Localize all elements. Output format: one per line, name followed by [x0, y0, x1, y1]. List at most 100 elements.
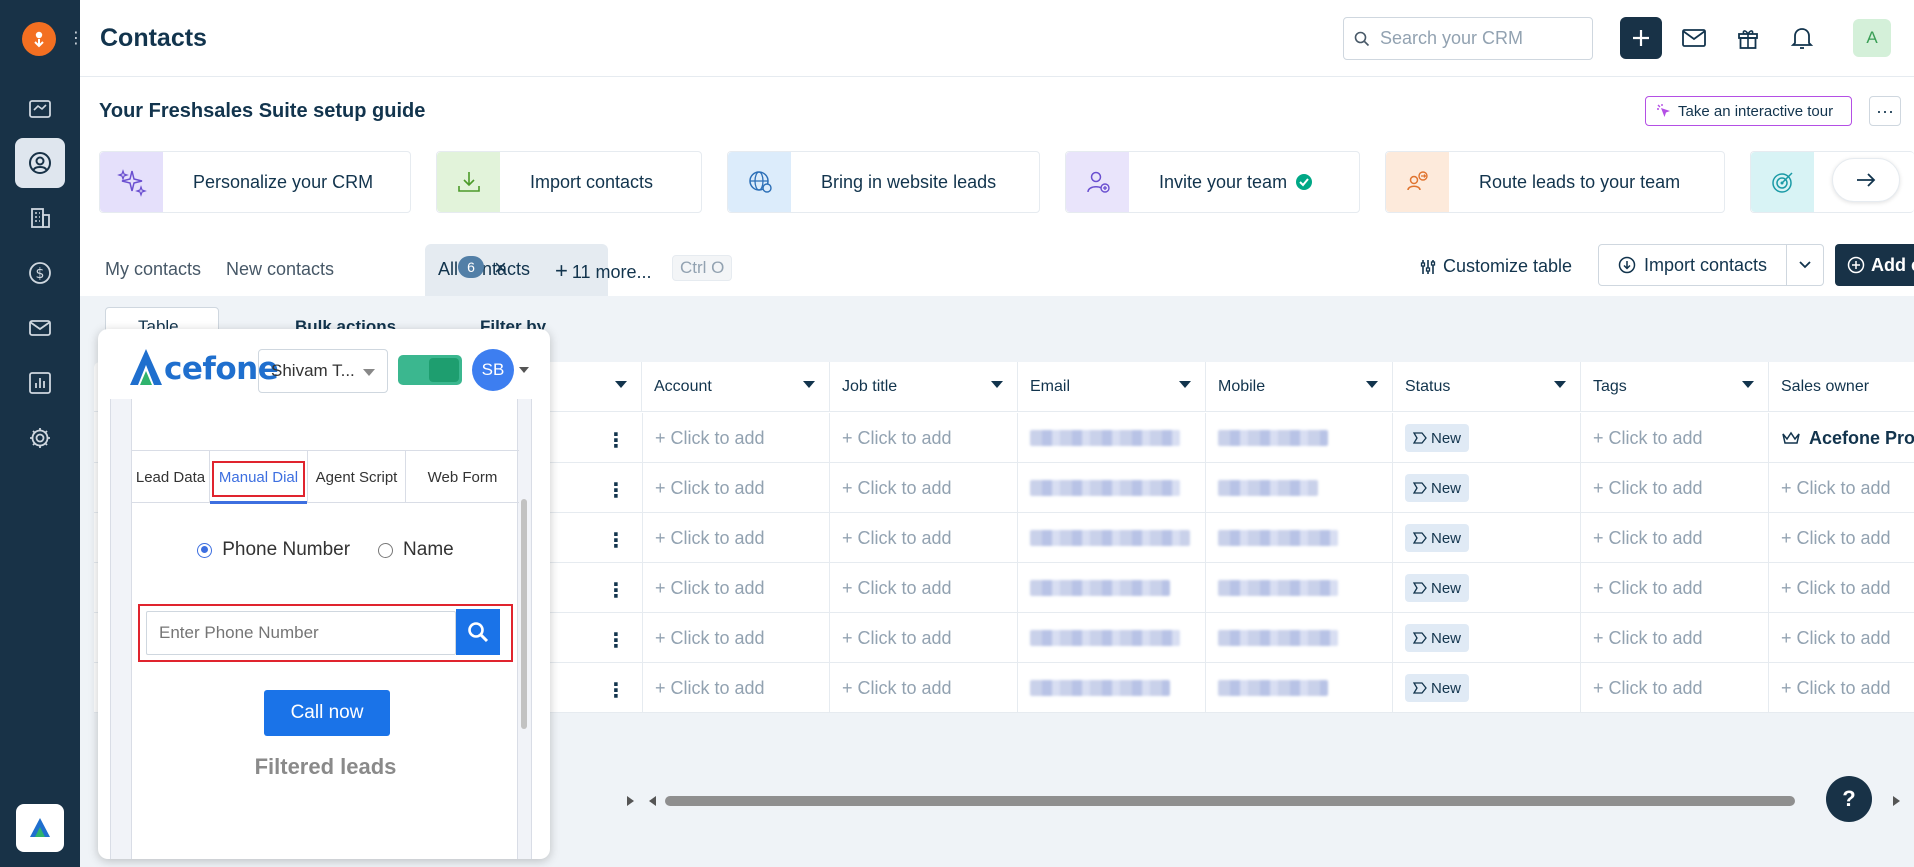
search-input[interactable]: Search your CRM: [1343, 17, 1593, 60]
column-header-status[interactable]: Status: [1393, 362, 1581, 412]
phone-search-button[interactable]: [456, 609, 500, 655]
email-cell[interactable]: [1018, 663, 1206, 713]
account-cell[interactable]: + Click to add: [642, 463, 830, 513]
column-header-tags[interactable]: Tags: [1581, 362, 1769, 412]
gift-button[interactable]: [1732, 22, 1764, 54]
status-cell[interactable]: New: [1393, 463, 1581, 513]
email-cell[interactable]: [1018, 563, 1206, 613]
tab-agent-script[interactable]: Agent Script: [308, 451, 406, 503]
interactive-tour-button[interactable]: Take an interactive tour: [1645, 96, 1852, 126]
sidebar-item-settings[interactable]: [15, 413, 65, 463]
tab-lead-data[interactable]: Lead Data: [132, 451, 210, 503]
tags-cell[interactable]: + Click to add: [1581, 663, 1769, 713]
owner-cell[interactable]: + Click to add: [1769, 513, 1914, 563]
job-title-cell[interactable]: + Click to add: [830, 463, 1018, 513]
radio-name[interactable]: Name: [378, 539, 454, 561]
sidebar-item-contacts[interactable]: [15, 138, 65, 188]
widget-scrollbar[interactable]: [521, 499, 527, 729]
owner-cell[interactable]: + Click to add: [1769, 563, 1914, 613]
job-title-cell[interactable]: + Click to add: [830, 613, 1018, 663]
account-cell[interactable]: + Click to add: [642, 413, 830, 463]
close-tab-icon[interactable]: ×: [494, 255, 507, 281]
job-title-cell[interactable]: + Click to add: [830, 663, 1018, 713]
horizontal-scrollbar[interactable]: [625, 794, 1914, 808]
mobile-cell[interactable]: [1206, 463, 1393, 513]
job-title-cell[interactable]: + Click to add: [830, 513, 1018, 563]
sidebar-item-deals[interactable]: $: [15, 248, 65, 298]
tags-cell[interactable]: + Click to add: [1581, 413, 1769, 463]
row-menu-icon[interactable]: ⋮: [606, 628, 626, 653]
tab-my-contacts[interactable]: My contacts: [105, 259, 201, 280]
tags-cell[interactable]: + Click to add: [1581, 563, 1769, 613]
mobile-cell[interactable]: [1206, 563, 1393, 613]
status-cell[interactable]: New: [1393, 663, 1581, 713]
setup-card-import[interactable]: Import contacts: [436, 151, 702, 213]
owner-cell[interactable]: + Click to add: [1769, 613, 1914, 663]
sidebar-item-accounts[interactable]: [15, 193, 65, 243]
scroll-left-icon[interactable]: [647, 795, 657, 807]
owner-cell[interactable]: + Click to add: [1769, 463, 1914, 513]
carousel-next-button[interactable]: [1832, 158, 1900, 202]
mobile-cell[interactable]: [1206, 413, 1393, 463]
tags-cell[interactable]: + Click to add: [1581, 463, 1769, 513]
agent-select[interactable]: Shivam T...: [258, 349, 388, 393]
setup-card-invite-team[interactable]: Invite your team: [1065, 151, 1360, 213]
phone-number-input[interactable]: [146, 611, 456, 655]
status-cell[interactable]: New: [1393, 613, 1581, 663]
row-menu-icon[interactable]: ⋮: [606, 428, 626, 453]
sidebar-item-dashboard[interactable]: [15, 84, 65, 134]
setup-card-route-leads[interactable]: Route leads to your team: [1385, 151, 1725, 213]
row-menu-icon[interactable]: ⋮: [606, 578, 626, 603]
sidebar-item-email[interactable]: [15, 303, 65, 353]
tags-cell[interactable]: + Click to add: [1581, 513, 1769, 563]
user-avatar[interactable]: A: [1853, 19, 1891, 57]
email-cell[interactable]: [1018, 513, 1206, 563]
email-cell[interactable]: [1018, 463, 1206, 513]
import-dropdown-button[interactable]: [1786, 244, 1824, 286]
account-cell[interactable]: + Click to add: [642, 663, 830, 713]
status-cell[interactable]: New: [1393, 563, 1581, 613]
tab-new-contacts[interactable]: New contacts: [226, 259, 334, 280]
column-header-mobile[interactable]: Mobile: [1206, 362, 1393, 412]
status-cell[interactable]: New: [1393, 513, 1581, 563]
availability-toggle[interactable]: [398, 355, 462, 385]
customize-table-button[interactable]: Customize table: [1419, 256, 1572, 277]
scroll-right-icon[interactable]: [1892, 795, 1902, 807]
tab-web-form[interactable]: Web Form: [406, 451, 519, 503]
help-button[interactable]: ?: [1826, 776, 1872, 822]
job-title-cell[interactable]: + Click to add: [830, 563, 1018, 613]
guide-more-button[interactable]: ···: [1869, 96, 1901, 126]
import-contacts-button[interactable]: Import contacts: [1598, 244, 1787, 286]
mobile-cell[interactable]: [1206, 613, 1393, 663]
avatar-caret-icon[interactable]: [519, 367, 529, 373]
agent-avatar[interactable]: SB: [472, 349, 514, 391]
mobile-cell[interactable]: [1206, 663, 1393, 713]
account-cell[interactable]: + Click to add: [642, 613, 830, 663]
row-menu-icon[interactable]: ⋮: [606, 678, 626, 703]
owner-cell[interactable]: Acefone Pro: [1769, 413, 1914, 463]
status-cell[interactable]: New: [1393, 413, 1581, 463]
account-cell[interactable]: + Click to add: [642, 563, 830, 613]
tab-manual-dial[interactable]: Manual Dial: [210, 451, 308, 504]
tags-cell[interactable]: + Click to add: [1581, 613, 1769, 663]
mobile-cell[interactable]: [1206, 513, 1393, 563]
column-header-sales-owner[interactable]: Sales owner: [1769, 362, 1914, 412]
app-logo[interactable]: [22, 22, 56, 56]
column-header-job-title[interactable]: Job title: [830, 362, 1018, 412]
add-contact-button[interactable]: Add contact: [1835, 244, 1914, 286]
column-header-account[interactable]: Account: [642, 362, 830, 412]
more-views-button[interactable]: +11 more...: [555, 258, 652, 284]
owner-cell[interactable]: + Click to add: [1769, 663, 1914, 713]
row-menu-icon[interactable]: ⋮: [606, 528, 626, 553]
setup-card-personalize[interactable]: Personalize your CRM: [99, 151, 411, 213]
email-cell[interactable]: [1018, 613, 1206, 663]
row-menu-icon[interactable]: ⋮: [606, 478, 626, 503]
radio-phone-number[interactable]: Phone Number: [197, 539, 350, 561]
acefone-extension-button[interactable]: [16, 804, 64, 852]
scroll-right-icon[interactable]: [626, 795, 636, 807]
account-cell[interactable]: + Click to add: [642, 513, 830, 563]
setup-card-website-leads[interactable]: Bring in website leads: [727, 151, 1040, 213]
scrollbar-thumb[interactable]: [665, 796, 1795, 806]
email-cell[interactable]: [1018, 413, 1206, 463]
column-header-email[interactable]: Email: [1018, 362, 1206, 412]
